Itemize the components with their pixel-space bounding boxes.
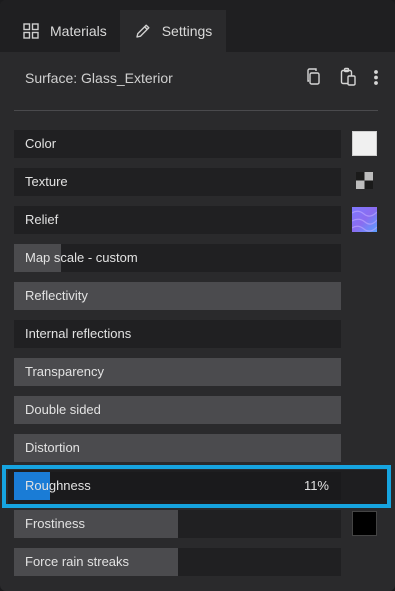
tab-materials-label: Materials [50, 23, 107, 39]
relief-swatch[interactable] [351, 207, 378, 232]
property-internal-reflections[interactable]: Internal reflections [14, 320, 341, 348]
tab-materials[interactable]: Materials [22, 10, 107, 52]
tab-bar: Materials Settings [0, 0, 395, 52]
property-transparency[interactable]: Transparency [14, 358, 341, 386]
pencil-icon [134, 22, 152, 40]
property-value: 11% [303, 478, 329, 493]
property-label: Map scale - custom [25, 250, 138, 265]
property-reflectivity[interactable]: Reflectivity [14, 282, 341, 310]
property-frostiness[interactable]: Frostiness [14, 510, 341, 538]
property-label: Frostiness [25, 516, 85, 531]
property-label: Relief [25, 212, 59, 227]
surface-name: Surface: Glass_Exterior [25, 70, 173, 86]
property-label: Color [25, 136, 57, 151]
property-distortion[interactable]: Distortion [14, 434, 341, 462]
tab-settings[interactable]: Settings [120, 10, 226, 52]
property-label: Transparency [25, 364, 104, 379]
property-label: Distortion [25, 440, 80, 455]
color-swatch[interactable] [352, 131, 377, 156]
property-texture[interactable]: Texture [14, 168, 341, 196]
tab-settings-label: Settings [161, 23, 213, 39]
texture-swatch[interactable] [353, 169, 376, 192]
grid-icon [22, 22, 40, 40]
property-label: Force rain streaks [25, 554, 130, 569]
material-settings-panel: Materials Settings Surface: Glass_Exteri… [0, 0, 395, 591]
property-color[interactable]: Color [14, 130, 341, 158]
property-double-sided[interactable]: Double sided [14, 396, 341, 424]
property-label: Double sided [25, 402, 101, 417]
more-vertical-icon[interactable] [372, 67, 380, 87]
frostiness-swatch[interactable] [352, 511, 377, 536]
property-label: Texture [25, 174, 68, 189]
property-relief[interactable]: Relief [14, 206, 341, 234]
copy-icon[interactable] [305, 67, 323, 87]
property-label: Roughness [25, 478, 91, 493]
property-label: Reflectivity [25, 288, 88, 303]
property-map-scale[interactable]: Map scale - custom [14, 244, 341, 272]
header-divider [14, 110, 378, 111]
property-label: Internal reflections [25, 326, 132, 341]
paste-icon[interactable] [339, 67, 357, 87]
property-force-rain-streaks[interactable]: Force rain streaks [14, 548, 341, 576]
